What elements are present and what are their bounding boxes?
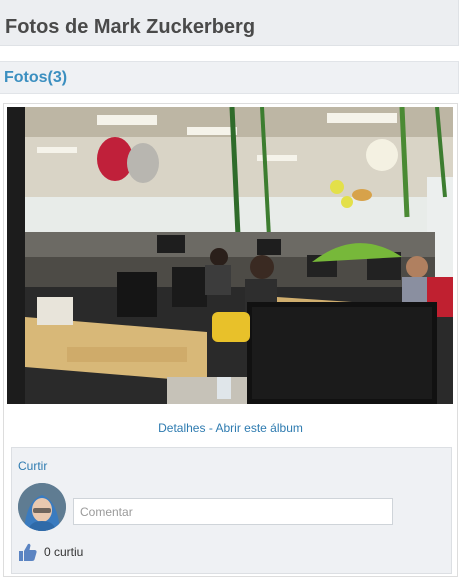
- thumbs-up-icon[interactable]: [18, 542, 38, 562]
- section-title[interactable]: Fotos(3): [4, 69, 67, 87]
- comment-input[interactable]: [73, 498, 393, 525]
- section-header: Fotos(3): [0, 61, 459, 94]
- office-photo[interactable]: [7, 107, 453, 404]
- open-album-link[interactable]: Abrir este álbum: [216, 421, 303, 435]
- album-links: Detalhes - Abrir este álbum: [4, 421, 457, 435]
- photo-card: Detalhes - Abrir este álbum Curtir 0 cur…: [3, 103, 458, 577]
- likes-count: 0 curtiu: [44, 545, 84, 559]
- social-panel: Curtir 0 curtiu: [11, 447, 452, 574]
- details-link[interactable]: Detalhes: [158, 421, 205, 435]
- like-link[interactable]: Curtir: [18, 459, 47, 473]
- likes-summary: 0 curtiu: [18, 542, 83, 562]
- link-separator: -: [205, 421, 216, 435]
- page-header: Fotos de Mark Zuckerberg: [0, 0, 459, 46]
- page-title: Fotos de Mark Zuckerberg: [5, 16, 256, 38]
- avatar[interactable]: [18, 483, 66, 531]
